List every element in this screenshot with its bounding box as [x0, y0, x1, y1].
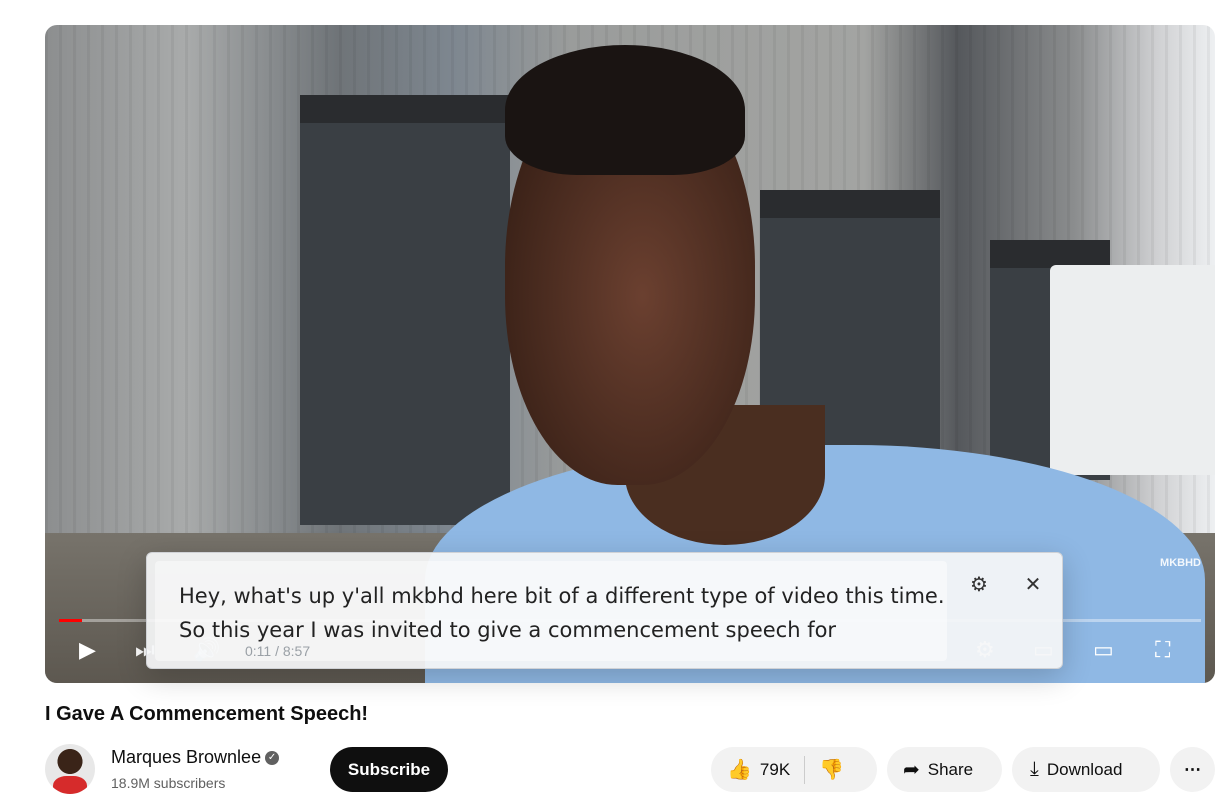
download-label: Download	[1046, 759, 1123, 779]
background-truck	[1050, 265, 1215, 475]
thumbs-up-icon: 👍	[727, 759, 752, 781]
close-icon[interactable]: ✕	[1019, 571, 1047, 599]
background-door	[300, 95, 510, 525]
more-actions-button[interactable]: ⋯	[1170, 747, 1215, 792]
watermark: MKBHD	[1160, 557, 1201, 569]
video-title: I Gave A Commencement Speech!	[45, 703, 369, 725]
subscribe-button[interactable]: Subscribe	[330, 747, 448, 792]
theater-mode-icon[interactable]: ▭	[1093, 637, 1114, 663]
time-display: 0:11 / 8:57	[245, 643, 311, 659]
person-hair	[505, 45, 745, 175]
channel-name-text: Marques Brownlee	[111, 747, 262, 767]
caption-text: Hey, what's up y'all mkbhd here bit of a…	[179, 584, 945, 642]
avatar[interactable]	[45, 744, 95, 794]
share-icon: ➦	[903, 759, 920, 781]
subscriber-count: 18.9M subscribers	[111, 775, 226, 791]
download-button[interactable]: ⤓ Download	[1012, 747, 1160, 792]
divider	[804, 755, 806, 784]
play-icon[interactable]: ▶	[79, 637, 96, 663]
progress-fill	[59, 619, 82, 622]
channel-name[interactable]: Marques Brownlee ✓	[111, 747, 280, 768]
fullscreen-icon[interactable]: ⛶	[1155, 637, 1170, 663]
share-label: Share	[927, 759, 974, 779]
download-icon: ⤓	[1030, 758, 1039, 780]
like-count: 79K	[759, 759, 791, 779]
verified-icon: ✓	[265, 751, 280, 766]
thumbs-down-icon[interactable]: 👎	[819, 757, 844, 782]
caption-settings-icon[interactable]: ⚙	[965, 571, 993, 599]
share-button[interactable]: ➦ Share	[887, 747, 1002, 792]
like-button[interactable]: 👍 79K	[727, 757, 790, 782]
like-dislike-group: 👍 79K 👎	[711, 747, 877, 792]
